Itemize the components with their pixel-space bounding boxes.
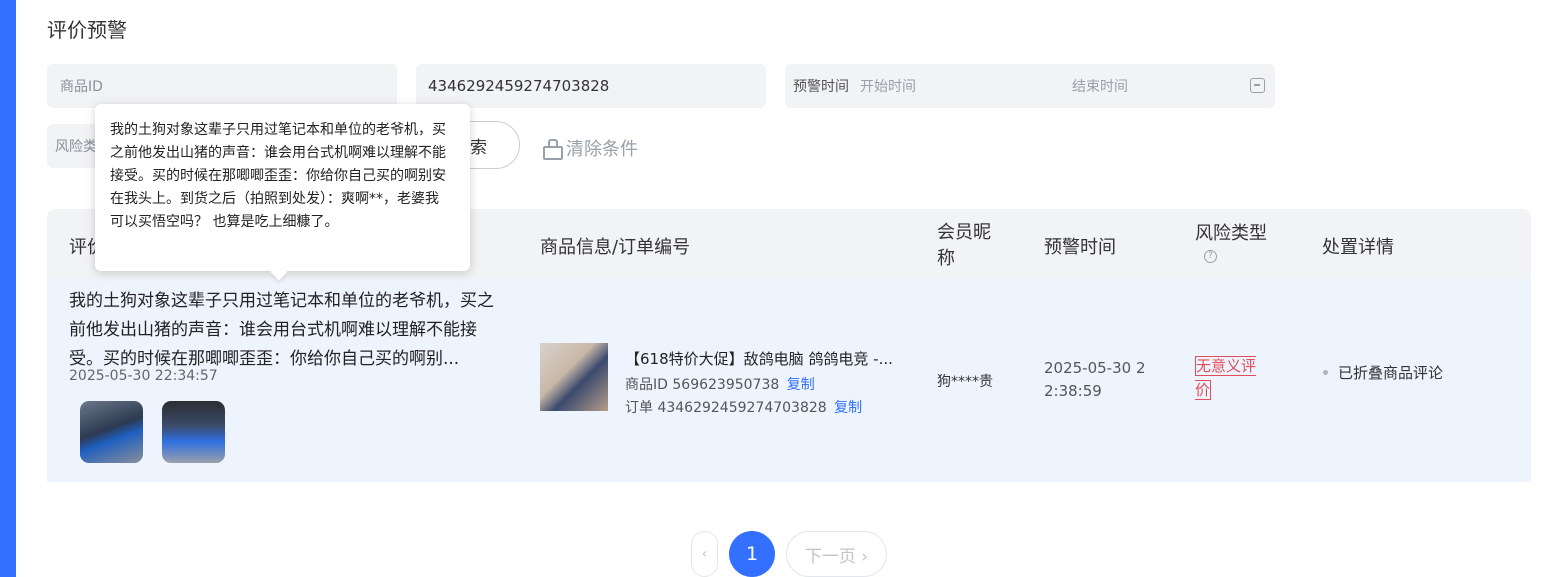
product-id-label: 商品ID — [60, 79, 103, 95]
calendar-icon[interactable] — [1250, 78, 1265, 93]
risk-type-label: 风险类 — [55, 139, 97, 155]
page-1-button[interactable]: 1 — [729, 531, 775, 577]
order-number: 4346292459274703828 — [657, 400, 827, 416]
review-image-1[interactable] — [80, 401, 143, 463]
review-text[interactable]: 我的土狗对象这辈子只用过笔记本和单位的老爷机，买之前他发出山猪的声音：谁会用台式… — [69, 287, 499, 374]
order-prefix: 订单 — [625, 400, 653, 416]
product-id-prefix: 商品ID — [625, 377, 668, 393]
broom-icon — [542, 139, 563, 160]
order-line: 订单 4346292459274703828 复制 — [625, 397, 862, 417]
th-member: 会员昵称 — [937, 222, 991, 269]
page-title: 评价预警 — [47, 18, 127, 42]
copy-product-id-link[interactable]: 复制 — [787, 377, 815, 393]
order-id-input[interactable]: 4346292459274703828 — [416, 64, 766, 108]
product-image[interactable] — [540, 343, 608, 411]
alert-time-label: 预警时间 — [793, 79, 849, 95]
clear-conditions-button[interactable]: 清除条件 — [542, 135, 638, 161]
product-id-line: 商品ID 569623950738 复制 — [625, 374, 815, 394]
th-product: 商品信息/订单编号 — [540, 237, 691, 258]
search-button-label: 索 — [470, 137, 487, 158]
product-id-value: 569623950738 — [672, 377, 780, 393]
bullet-icon — [1323, 370, 1328, 375]
th-disposal: 处置详情 — [1322, 237, 1394, 258]
th-alert-time: 预警时间 — [1044, 237, 1116, 258]
risk-type-badge: 无意义评价 — [1195, 354, 1261, 402]
risk-type-text: 无意义评价 — [1195, 356, 1257, 400]
alert-time: 2025-05-30 22:38:59 — [1044, 359, 1146, 400]
product-title[interactable]: 【618特价大促】敌鸽电脑 鸽鸽电竞 -... — [625, 348, 895, 369]
clear-conditions-label: 清除条件 — [566, 139, 638, 160]
review-time: 2025-05-30 22:34:57 — [69, 368, 218, 384]
prev-page-button[interactable]: ‹ — [691, 531, 718, 577]
end-time-input[interactable]: 结束时间 — [1072, 76, 1128, 96]
disposal-detail: 已折叠商品评论 — [1323, 362, 1443, 383]
copy-order-link[interactable]: 复制 — [834, 400, 862, 416]
product-id-field[interactable]: 商品ID — [47, 64, 397, 108]
alert-time-range-picker[interactable]: 预警时间 开始时间 结束时间 — [785, 64, 1275, 108]
review-image-2[interactable] — [162, 401, 225, 463]
left-accent-bar — [0, 0, 16, 577]
order-id-value: 4346292459274703828 — [428, 77, 610, 95]
member-nickname: 狗****贵 — [937, 374, 993, 390]
review-tooltip: 我的土狗对象这辈子只用过笔记本和单位的老爷机，买之前他发出山猪的声音：谁会用台式… — [95, 104, 470, 271]
help-icon[interactable]: ? — [1204, 250, 1217, 263]
start-time-input[interactable]: 开始时间 — [860, 76, 916, 96]
table-row: 我的土狗对象这辈子只用过笔记本和单位的老爷机，买之前他发出山猪的声音：谁会用台式… — [47, 279, 1531, 482]
th-risk-type: 风险类型 — [1195, 223, 1267, 244]
disposal-text: 已折叠商品评论 — [1338, 364, 1444, 382]
next-page-button[interactable]: 下一页 › — [786, 531, 887, 577]
